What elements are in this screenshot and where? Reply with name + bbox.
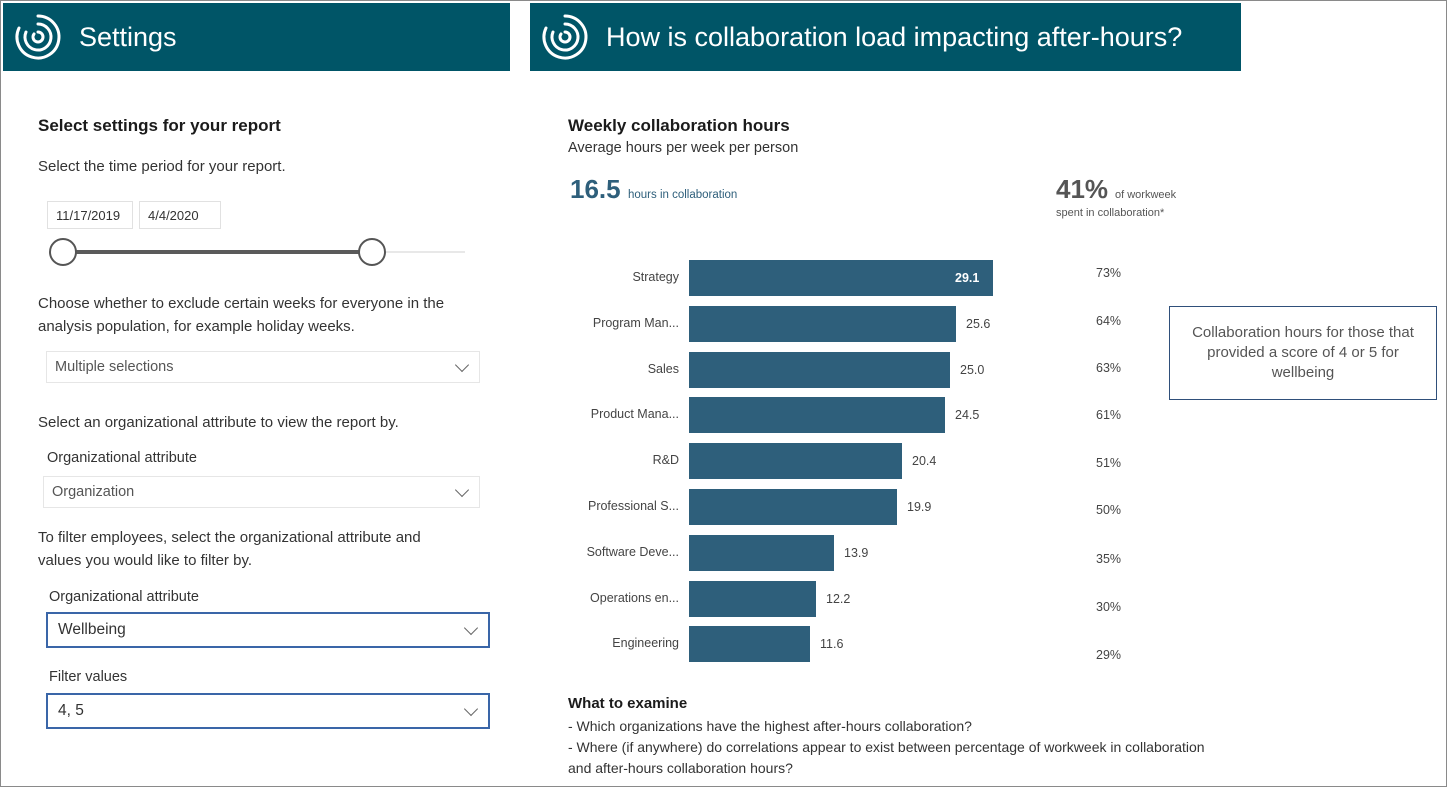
bar[interactable] bbox=[689, 626, 810, 663]
report-header: How is collaboration load impacting afte… bbox=[530, 3, 1241, 71]
bar[interactable] bbox=[689, 489, 897, 525]
category-label: Program Man... bbox=[592, 315, 679, 330]
examine-line-1: - Which organizations have the highest a… bbox=[568, 718, 972, 734]
date-slider-end-handle[interactable] bbox=[358, 238, 386, 266]
kpi-pct-label-1: of workweek bbox=[1115, 189, 1177, 201]
percent-label: 29% bbox=[1096, 648, 1122, 662]
chevron-down-icon bbox=[463, 620, 479, 636]
bar-value-label: 25.0 bbox=[960, 362, 985, 377]
note-text: Collaboration hours for those that provi… bbox=[1192, 324, 1414, 381]
exclude-weeks-dropdown[interactable]: Multiple selections bbox=[46, 351, 480, 383]
org-attribute-label: Organizational attribute bbox=[47, 450, 197, 466]
start-date-input[interactable]: 11/17/2019 bbox=[47, 201, 133, 229]
bar[interactable] bbox=[689, 443, 902, 480]
chevron-down-icon bbox=[454, 482, 470, 498]
note-box: Collaboration hours for those that provi… bbox=[1169, 306, 1437, 400]
category-label: Product Mana... bbox=[590, 407, 679, 422]
date-slider-start-handle[interactable] bbox=[49, 238, 77, 266]
percent-label: 73% bbox=[1096, 266, 1122, 280]
date-slider-range bbox=[63, 250, 373, 254]
filter-values-value: 4, 5 bbox=[58, 702, 84, 719]
settings-header-title: Settings bbox=[79, 21, 177, 52]
settings-section-title: Select settings for your report bbox=[38, 116, 281, 135]
filter-attribute-label: Organizational attribute bbox=[49, 589, 199, 605]
chart-title: Weekly collaboration hours bbox=[568, 116, 790, 135]
percent-label: 50% bbox=[1096, 503, 1122, 517]
chevron-down-icon bbox=[454, 357, 470, 373]
bar-value-label: 11.6 bbox=[820, 637, 844, 652]
percent-label: 51% bbox=[1096, 456, 1122, 470]
filter-values-label: Filter values bbox=[49, 669, 128, 685]
viva-insights-logo-icon bbox=[15, 14, 61, 60]
category-label: Operations en... bbox=[590, 590, 679, 605]
bar-value-label: 19.9 bbox=[907, 500, 932, 514]
filter-attribute-value: Wellbeing bbox=[58, 621, 126, 638]
bar-value-label: 29.1 bbox=[955, 271, 980, 285]
bar[interactable] bbox=[689, 580, 816, 617]
time-period-text: Select the time period for your report. bbox=[38, 158, 286, 175]
exclude-weeks-value: Multiple selections bbox=[55, 359, 174, 375]
kpi-hours-value: 16.5 bbox=[570, 174, 621, 204]
bar-value-label: 20.4 bbox=[912, 454, 937, 469]
percent-label: 63% bbox=[1096, 361, 1122, 375]
filter-values-dropdown[interactable]: 4, 5 bbox=[46, 693, 490, 729]
kpi-hours-label: hours in collaboration bbox=[628, 189, 738, 201]
filter-text: To filter employees, select the organiza… bbox=[38, 529, 421, 569]
examine-title: What to examine bbox=[568, 695, 688, 712]
chart-subtitle: Average hours per week per person bbox=[568, 140, 799, 156]
report-header-title: How is collaboration load impacting afte… bbox=[606, 21, 1183, 52]
bar[interactable] bbox=[689, 260, 993, 296]
filter-attribute-dropdown[interactable]: Wellbeing bbox=[46, 612, 490, 648]
org-attribute-value: Organization bbox=[52, 484, 135, 500]
bar-value-label: 12.2 bbox=[826, 591, 851, 606]
percent-label: 64% bbox=[1096, 314, 1122, 328]
percent-label: 35% bbox=[1096, 552, 1122, 566]
bar-value-label: 13.9 bbox=[844, 545, 869, 560]
percent-label: 61% bbox=[1096, 408, 1122, 422]
category-label: Sales bbox=[647, 361, 679, 376]
category-label: Engineering bbox=[612, 636, 679, 651]
bar[interactable] bbox=[689, 351, 950, 388]
settings-header: Settings bbox=[3, 3, 510, 71]
bar-value-label: 24.5 bbox=[955, 408, 980, 423]
category-label: Professional S... bbox=[587, 499, 679, 513]
bar-value-label: 25.6 bbox=[966, 316, 991, 331]
bar[interactable] bbox=[689, 397, 945, 434]
chevron-down-icon bbox=[463, 701, 479, 717]
category-label: R&D bbox=[652, 453, 679, 468]
viva-insights-logo-icon bbox=[542, 14, 588, 60]
org-attribute-dropdown[interactable]: Organization bbox=[43, 476, 480, 508]
kpi-pct-label-2: spent in collaboration* bbox=[1056, 207, 1165, 219]
kpi-pct-value: 41% bbox=[1056, 174, 1109, 204]
end-date-input[interactable]: 4/4/2020 bbox=[139, 201, 221, 229]
examine-line-2: - Where (if anywhere) do correlations ap… bbox=[568, 739, 1205, 776]
bar[interactable] bbox=[689, 534, 834, 571]
exclude-weeks-text: Choose whether to exclude certain weeks … bbox=[38, 295, 445, 335]
bar[interactable] bbox=[689, 305, 956, 342]
percent-label: 30% bbox=[1096, 600, 1122, 614]
category-label: Software Deve... bbox=[586, 544, 679, 559]
org-attribute-text: Select an organizational attribute to vi… bbox=[38, 414, 399, 431]
category-label: Strategy bbox=[632, 270, 679, 284]
